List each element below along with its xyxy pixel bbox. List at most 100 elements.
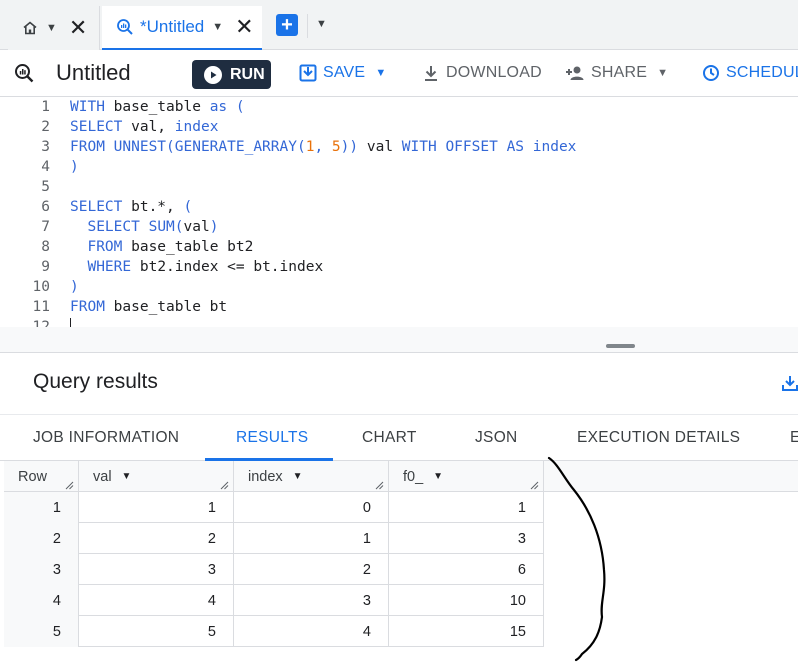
run-button[interactable]: RUN [192, 60, 271, 89]
share-button[interactable]: SHARE ▼ [565, 64, 668, 82]
query-title[interactable]: Untitled [56, 60, 131, 86]
row-number-cell: 1 [4, 492, 79, 523]
sort-menu-icon[interactable]: ▼ [293, 471, 303, 482]
table-cell: 4 [79, 585, 234, 616]
sort-menu-icon[interactable]: ▼ [122, 471, 132, 482]
code-line: ) [70, 279, 79, 295]
resize-handle-icon[interactable] [530, 481, 539, 490]
divider [307, 14, 308, 38]
resize-handle-icon[interactable] [375, 481, 384, 490]
table-cell: 1 [234, 523, 389, 554]
line-number: 6 [41, 199, 50, 215]
tab-execution-graph[interactable]: E [790, 429, 798, 447]
column-header-f0[interactable]: f0_ ▼ [389, 461, 544, 492]
line-number: 7 [41, 219, 50, 235]
table-row: 3 3 2 6 [4, 554, 544, 585]
editor-line: 10 ) [0, 277, 798, 297]
results-tabs: JOB INFORMATION RESULTS CHART JSON EXECU… [0, 414, 798, 461]
query-icon [14, 63, 34, 88]
schedule-button[interactable]: SCHEDULE [702, 64, 798, 82]
chevron-down-icon[interactable]: ▼ [212, 21, 223, 33]
row-number-cell: 3 [4, 554, 79, 585]
editor-line: 9 WHERE bt2.index <= bt.index [0, 257, 798, 277]
download-icon [425, 66, 437, 81]
table-row: 1 1 0 1 [4, 492, 544, 523]
line-number: 11 [32, 299, 50, 315]
chevron-down-icon[interactable]: ▼ [46, 22, 57, 34]
tab-untitled[interactable]: *Untitled ▼ ✕ [102, 6, 262, 50]
schedule-label: SCHEDULE [726, 64, 798, 81]
save-label: SAVE [323, 64, 366, 81]
table-cell: 3 [234, 585, 389, 616]
editor-line: 1 WITH base_table as ( [0, 97, 798, 117]
table-cell: 4 [234, 616, 389, 647]
query-icon [116, 18, 134, 36]
download-button[interactable]: DOWNLOAD [422, 64, 542, 82]
tab-results[interactable]: RESULTS [236, 429, 308, 447]
table-row: 5 5 4 15 [4, 616, 544, 647]
editor-line: 6 SELECT bt.*, ( [0, 197, 798, 217]
code-line: ) [70, 159, 79, 175]
line-number: 1 [41, 99, 50, 115]
resize-handle-icon[interactable] [65, 481, 74, 490]
drag-handle[interactable] [606, 344, 635, 348]
run-label: RUN [230, 65, 265, 83]
handwritten-bracket [547, 456, 606, 662]
code-line: SELECT SUM(val) [87, 219, 219, 235]
editor-line: 11 FROM base_table bt [0, 297, 798, 317]
tab-home[interactable]: ▼ ✕ [8, 6, 100, 50]
tab-json[interactable]: JSON [475, 429, 518, 447]
text-cursor [70, 318, 71, 327]
clock-icon [703, 65, 719, 81]
editor-line: 4 ) [0, 157, 798, 177]
table-cell: 6 [389, 554, 544, 585]
code-line: FROM UNNEST(GENERATE_ARRAY(1, 5)) val WI… [70, 139, 577, 155]
tab-job-information[interactable]: JOB INFORMATION [33, 429, 179, 447]
table-cell: 3 [389, 523, 544, 554]
code-line: SELECT val, index [70, 119, 219, 135]
tab-chart[interactable]: CHART [362, 429, 417, 447]
code-line: SELECT bt.*, ( [70, 199, 193, 215]
column-header-val[interactable]: val ▼ [79, 461, 234, 492]
sort-menu-icon[interactable]: ▼ [433, 471, 443, 482]
editor-line: 7 SELECT SUM(val) [0, 217, 798, 237]
table-cell: 3 [79, 554, 234, 585]
save-results-icon[interactable] [782, 374, 798, 397]
line-number: 9 [41, 259, 50, 275]
resize-handle-icon[interactable] [220, 481, 229, 490]
table-cell: 2 [234, 554, 389, 585]
line-number: 4 [41, 159, 50, 175]
sql-editor[interactable]: 1 WITH base_table as ( 2 SELECT val, ind… [0, 97, 798, 327]
line-number: 12 [32, 319, 50, 327]
share-label: SHARE [591, 64, 648, 81]
column-header-row: Row [4, 461, 79, 492]
column-header-index[interactable]: index ▼ [234, 461, 389, 492]
save-icon [299, 64, 317, 82]
line-number: 5 [41, 179, 50, 195]
panel-splitter[interactable] [0, 327, 798, 353]
tab-execution-details[interactable]: EXECUTION DETAILS [577, 429, 740, 447]
new-tab-plus-icon[interactable]: + [276, 14, 298, 36]
line-number: 3 [41, 139, 50, 155]
line-number: 2 [41, 119, 50, 135]
line-number: 8 [41, 239, 50, 255]
table-cell: 1 [79, 492, 234, 523]
tab-label: *Untitled [140, 17, 205, 36]
editor-line: 2 SELECT val, index [0, 117, 798, 137]
close-icon[interactable]: ✕ [69, 17, 87, 39]
table-cell: 5 [79, 616, 234, 647]
code-line: WITH base_table as ( [70, 99, 245, 115]
save-button[interactable]: SAVE ▼ [299, 64, 386, 82]
table-row: 4 4 3 10 [4, 585, 544, 616]
table-cell: 10 [389, 585, 544, 616]
close-icon[interactable]: ✕ [235, 16, 253, 38]
editor-line: 5 [0, 177, 798, 197]
chevron-down-icon[interactable]: ▼ [316, 18, 327, 30]
add-person-icon [566, 66, 584, 80]
play-icon [204, 65, 222, 84]
home-icon [22, 20, 38, 36]
row-number-cell: 4 [4, 585, 79, 616]
line-number: 10 [32, 279, 50, 295]
table-row: 2 2 1 3 [4, 523, 544, 554]
code-line: FROM base_table bt2 [87, 239, 254, 255]
